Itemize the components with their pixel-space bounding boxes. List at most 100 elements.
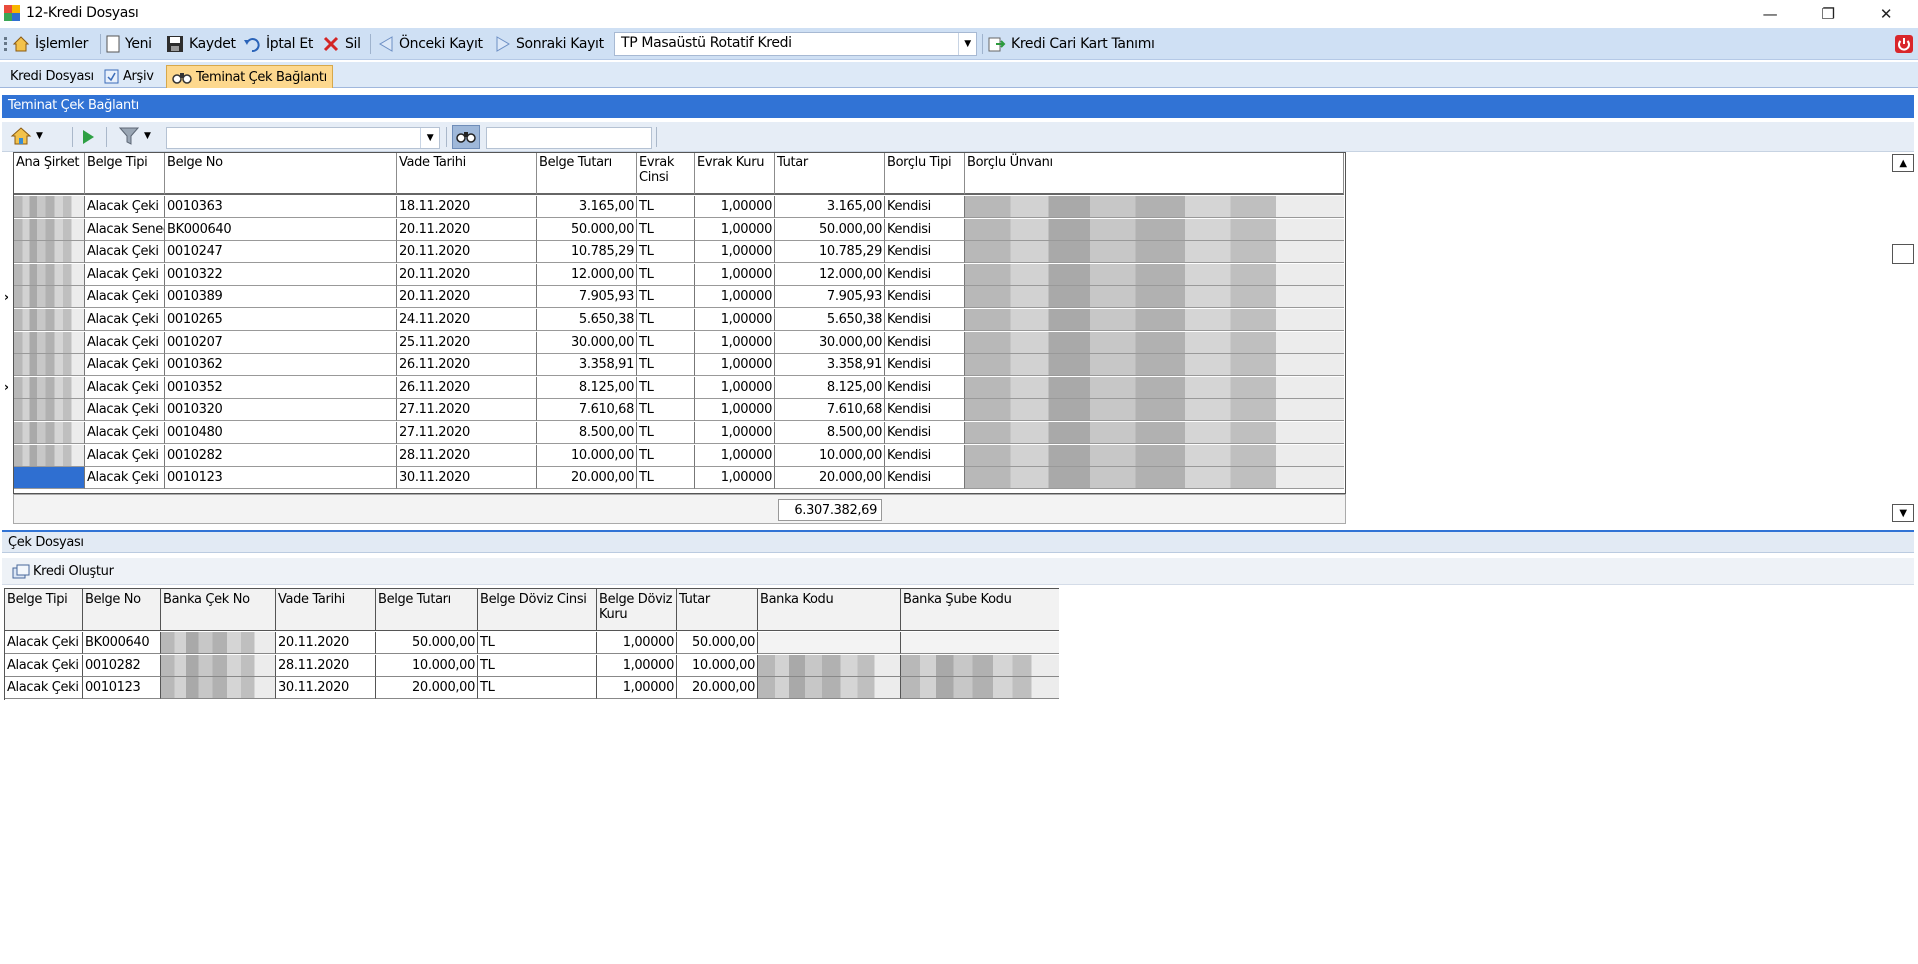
table-cell[interactable]: Alacak Çeki bbox=[85, 286, 165, 309]
table-cell[interactable]: Alacak Çeki bbox=[5, 677, 83, 700]
table-cell[interactable]: 10.000,00 bbox=[677, 654, 758, 677]
table-cell[interactable]: 10.000,00 bbox=[775, 444, 885, 467]
column-header[interactable]: Banka Kodu bbox=[758, 589, 901, 631]
table-cell[interactable]: 27.11.2020 bbox=[397, 422, 537, 444]
table-cell[interactable]: 18.11.2020 bbox=[397, 196, 537, 218]
table-cell[interactable]: 0010123 bbox=[83, 677, 161, 700]
save-button[interactable]: Kaydet bbox=[166, 33, 236, 55]
table-cell[interactable]: TL bbox=[478, 677, 597, 700]
table-cell[interactable]: 50.000,00 bbox=[537, 218, 637, 241]
redacted-debtor-cell[interactable] bbox=[965, 444, 1344, 467]
chevron-down-icon[interactable]: ▼ bbox=[420, 128, 439, 148]
table-cell[interactable]: 1,00000 bbox=[695, 218, 775, 241]
scroll-up-icon[interactable]: ▲ bbox=[1892, 154, 1914, 172]
table-cell[interactable]: 0010282 bbox=[83, 654, 161, 677]
table-cell[interactable]: 1,00000 bbox=[597, 632, 677, 654]
table-cell[interactable]: 28.11.2020 bbox=[276, 654, 376, 677]
table-cell[interactable]: 0010123 bbox=[165, 467, 397, 490]
table-cell[interactable]: TL bbox=[637, 444, 695, 467]
table-cell[interactable]: 28.11.2020 bbox=[397, 444, 537, 467]
table-cell[interactable]: 7.905,93 bbox=[537, 286, 637, 309]
table-cell[interactable]: 20.000,00 bbox=[775, 467, 885, 490]
table-cell[interactable]: Alacak Çeki bbox=[85, 309, 165, 331]
table-cell[interactable]: Kendisi bbox=[885, 263, 965, 286]
column-header[interactable]: Evrak Kuru bbox=[695, 153, 775, 195]
table-cell[interactable]: 3.165,00 bbox=[775, 196, 885, 218]
table-cell[interactable]: TL bbox=[637, 331, 695, 354]
table-cell[interactable]: 1,00000 bbox=[695, 422, 775, 444]
redacted-cell[interactable] bbox=[758, 654, 901, 677]
table-cell[interactable]: 0010480 bbox=[165, 422, 397, 444]
table-cell[interactable]: Alacak Çeki bbox=[85, 444, 165, 467]
filter-dropdown-button[interactable]: ▼ bbox=[118, 125, 164, 147]
redacted-company-cell[interactable] bbox=[14, 422, 85, 444]
chevron-down-icon[interactable]: ▼ bbox=[958, 33, 976, 55]
delete-button[interactable]: Sil bbox=[322, 33, 361, 55]
table-cell[interactable]: Alacak Çeki bbox=[85, 331, 165, 354]
table-cell[interactable]: 1,00000 bbox=[695, 286, 775, 309]
table-cell[interactable]: 0010362 bbox=[165, 354, 397, 377]
redacted-company-cell[interactable] bbox=[14, 354, 85, 377]
table-cell[interactable]: Alacak Çeki bbox=[85, 263, 165, 286]
table-cell[interactable]: TL bbox=[637, 218, 695, 241]
table-cell[interactable]: 0010389 bbox=[165, 286, 397, 309]
column-header[interactable]: Tutar bbox=[677, 589, 758, 631]
table-cell[interactable]: Alacak Çeki bbox=[85, 241, 165, 264]
table-cell[interactable]: 50.000,00 bbox=[677, 632, 758, 654]
create-credit-button[interactable]: Kredi Oluştur bbox=[12, 561, 114, 582]
table-cell[interactable]: Kendisi bbox=[885, 241, 965, 264]
column-header[interactable]: Vade Tarihi bbox=[397, 153, 537, 195]
minimize-button[interactable]: — bbox=[1742, 0, 1798, 28]
table-cell[interactable]: 1,00000 bbox=[695, 376, 775, 399]
table-cell[interactable]: Alacak Çeki bbox=[85, 422, 165, 444]
column-header[interactable]: Belge Döviz Kuru bbox=[597, 589, 677, 631]
table-cell[interactable]: 1,00000 bbox=[597, 677, 677, 700]
table-cell[interactable]: 0010363 bbox=[165, 196, 397, 218]
redacted-company-cell[interactable] bbox=[14, 196, 85, 218]
column-header[interactable]: Belge Tipi bbox=[85, 153, 165, 195]
column-header[interactable]: Belge No bbox=[83, 589, 161, 631]
table-cell[interactable]: 12.000,00 bbox=[537, 263, 637, 286]
vertical-scrollbar[interactable]: ▲ ▼ bbox=[1890, 152, 1916, 524]
scroll-down-icon[interactable]: ▼ bbox=[1892, 504, 1914, 522]
table-cell[interactable]: 10.785,29 bbox=[775, 241, 885, 264]
scroll-thumb[interactable] bbox=[1892, 244, 1914, 264]
play-icon[interactable] bbox=[80, 128, 96, 146]
table-cell[interactable]: BK000640 bbox=[83, 632, 161, 654]
column-header[interactable]: Belge Tipi bbox=[5, 589, 83, 631]
table-cell[interactable]: 10.785,29 bbox=[537, 241, 637, 264]
table-cell[interactable]: 8.500,00 bbox=[775, 422, 885, 444]
redacted-debtor-cell[interactable] bbox=[965, 196, 1344, 218]
table-cell[interactable]: TL bbox=[637, 422, 695, 444]
table-cell[interactable]: Kendisi bbox=[885, 309, 965, 331]
table-cell[interactable]: 3.358,91 bbox=[537, 354, 637, 377]
table-cell[interactable]: 20.11.2020 bbox=[397, 241, 537, 264]
close-button[interactable]: ✕ bbox=[1858, 0, 1914, 28]
redacted-debtor-cell[interactable] bbox=[965, 263, 1344, 286]
search-input[interactable] bbox=[486, 127, 652, 149]
tab-archive[interactable]: Arşiv bbox=[98, 65, 160, 88]
table-cell[interactable]: TL bbox=[637, 241, 695, 264]
table-cell[interactable]: TL bbox=[637, 376, 695, 399]
column-header[interactable]: Belge Tutarı bbox=[376, 589, 478, 631]
table-cell[interactable]: 50.000,00 bbox=[775, 218, 885, 241]
table-cell[interactable]: 26.11.2020 bbox=[397, 354, 537, 377]
table-cell[interactable]: 8.125,00 bbox=[537, 376, 637, 399]
table-cell[interactable]: 1,00000 bbox=[695, 354, 775, 377]
table-cell[interactable]: 7.610,68 bbox=[537, 399, 637, 422]
table-cell[interactable]: Kendisi bbox=[885, 286, 965, 309]
redacted-debtor-cell[interactable] bbox=[965, 218, 1344, 241]
table-cell[interactable]: Alacak Çeki bbox=[85, 467, 165, 490]
find-button[interactable] bbox=[452, 125, 480, 149]
table-cell[interactable]: 20.11.2020 bbox=[397, 286, 537, 309]
table-cell[interactable]: 25.11.2020 bbox=[397, 331, 537, 354]
table-cell[interactable]: 26.11.2020 bbox=[397, 376, 537, 399]
table-cell[interactable]: TL bbox=[637, 309, 695, 331]
redacted-debtor-cell[interactable] bbox=[965, 376, 1344, 399]
column-header[interactable]: Belge Döviz Cinsi bbox=[478, 589, 597, 631]
menu-button[interactable]: İşlemler bbox=[4, 33, 88, 55]
redacted-cell[interactable] bbox=[758, 677, 901, 700]
table-cell[interactable]: Kendisi bbox=[885, 422, 965, 444]
table-cell[interactable]: 8.500,00 bbox=[537, 422, 637, 444]
table-cell[interactable]: Kendisi bbox=[885, 376, 965, 399]
